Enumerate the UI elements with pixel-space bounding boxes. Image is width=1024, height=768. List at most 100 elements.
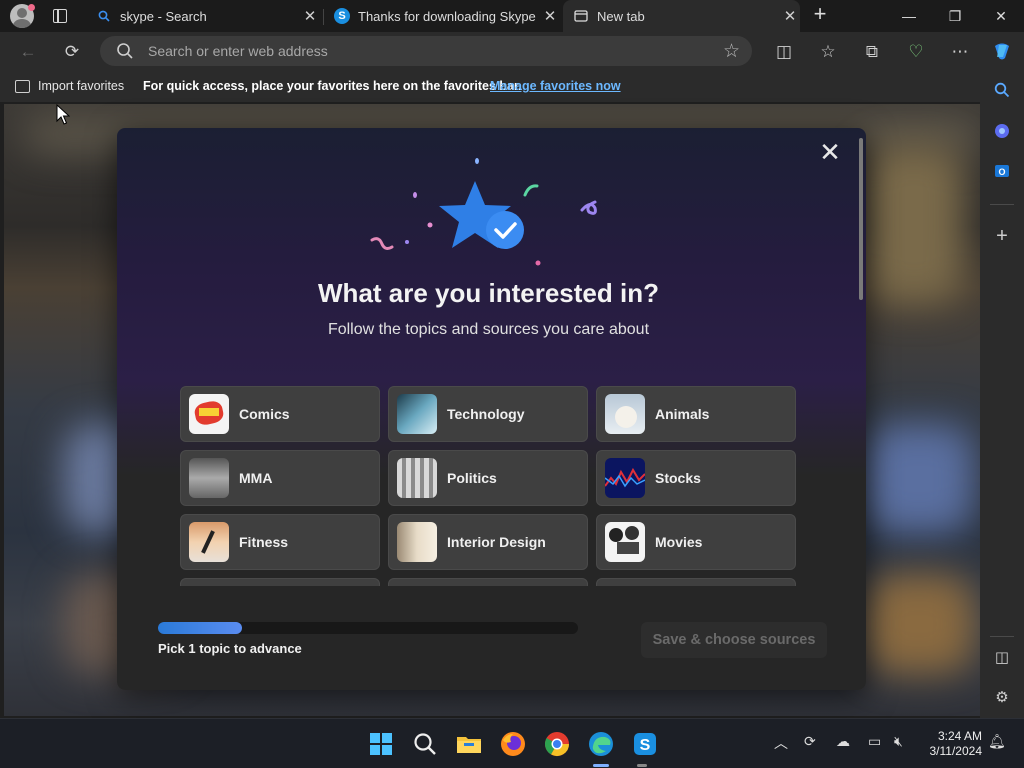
animals-thumb — [605, 394, 645, 434]
copilot-sidebar-icon[interactable] — [992, 122, 1012, 142]
windows-start-icon[interactable] — [367, 730, 395, 758]
chrome-icon[interactable] — [543, 730, 571, 758]
close-window-button[interactable]: ✕ — [978, 0, 1024, 32]
tab-new-tab[interactable]: New tab ✕ — [563, 0, 800, 32]
svg-text:O: O — [998, 167, 1005, 177]
restore-button[interactable]: ❐ — [932, 0, 978, 32]
technology-thumb — [397, 394, 437, 434]
hide-sidebar-icon[interactable]: ◫ — [992, 648, 1012, 668]
topic-interior-design[interactable]: Interior Design — [388, 514, 588, 570]
topic-label: Animals — [655, 406, 710, 422]
split-screen-icon[interactable]: ◫ — [772, 40, 796, 64]
address-input[interactable] — [148, 41, 708, 61]
windows-taskbar: S ︿ ⟳ ☁ ▭ 🔇︎ 3:24 AM 3/11/2024 🔔︎ — [0, 718, 1024, 768]
topic-row-partial[interactable] — [388, 578, 588, 586]
clock-time: 3:24 AM — [937, 729, 982, 743]
edge-sidebar: O + ◫ ⚙ — [980, 72, 1024, 718]
active-app-indicator — [593, 764, 609, 767]
topic-comics[interactable]: Comics — [180, 386, 380, 442]
movies-thumb — [605, 522, 645, 562]
clock-date: 3/11/2024 — [929, 744, 983, 758]
settings-gear-icon[interactable]: ⚙ — [992, 688, 1012, 708]
running-app-indicator — [637, 764, 647, 767]
topic-politics[interactable]: Politics — [388, 450, 588, 506]
copilot-icon[interactable] — [990, 40, 1014, 64]
update-icon[interactable]: ⟳ — [804, 733, 816, 750]
collections-icon[interactable]: ⧉ — [860, 40, 884, 64]
mouse-cursor-icon — [56, 104, 70, 125]
manage-favorites-link[interactable]: Manage favorites now — [490, 79, 621, 93]
fitness-thumb — [189, 522, 229, 562]
topic-animals[interactable]: Animals — [596, 386, 796, 442]
profile-notification-dot — [28, 4, 35, 11]
tab-strip: skype - Search ✕ S Thanks for downloadin… — [0, 0, 1024, 32]
edge-icon[interactable] — [587, 730, 615, 758]
import-favorites-icon — [15, 80, 30, 93]
favorites-icon[interactable]: ☆ — [816, 40, 840, 64]
mma-thumb — [189, 458, 229, 498]
tab-title: Thanks for downloading Skype — [358, 8, 536, 24]
topic-label: Movies — [655, 534, 703, 550]
show-hidden-icons-chevron-icon[interactable]: ︿ — [774, 733, 788, 753]
favorite-star-icon[interactable]: ☆ — [723, 40, 740, 63]
topic-label: Fitness — [239, 534, 289, 550]
close-tab-icon[interactable]: ✕ — [780, 7, 800, 25]
topic-label: Technology — [447, 406, 525, 422]
stocks-thumb — [605, 458, 645, 498]
topic-label: Comics — [239, 406, 290, 422]
search-icon[interactable] — [992, 82, 1012, 102]
close-tab-icon[interactable]: ✕ — [300, 7, 320, 25]
tab-actions-icon[interactable] — [53, 9, 67, 23]
search-icon[interactable] — [411, 730, 439, 758]
save-choose-sources-button[interactable]: Save & choose sources — [641, 622, 827, 658]
outlook-icon[interactable]: O — [992, 162, 1012, 182]
topic-row-partial[interactable] — [180, 578, 380, 586]
import-favorites-button[interactable]: Import favorites — [38, 79, 124, 93]
volume-muted-icon[interactable]: 🔇︎ — [894, 733, 903, 750]
topic-label: Interior Design — [447, 534, 546, 550]
browser-essentials-icon[interactable]: ♡ — [904, 40, 928, 64]
search-icon — [117, 43, 133, 59]
back-button[interactable]: ← — [16, 40, 40, 64]
refresh-button[interactable]: ⟳ — [60, 40, 84, 64]
tab-thanks-skype[interactable]: S Thanks for downloading Skype ✕ — [326, 0, 560, 32]
interior-design-thumb — [397, 522, 437, 562]
more-menu-icon[interactable]: ⋯ — [948, 40, 972, 64]
topic-stocks[interactable]: Stocks — [596, 450, 796, 506]
politics-thumb — [397, 458, 437, 498]
minimize-button[interactable]: — — [886, 0, 932, 32]
progress-fill — [158, 622, 242, 634]
close-dialog-button[interactable]: ✕ — [817, 139, 843, 166]
notifications-bell-icon[interactable]: 🔔︎ — [988, 733, 1006, 750]
topic-fitness[interactable]: Fitness — [180, 514, 380, 570]
tab-title: skype - Search — [120, 8, 207, 24]
close-tab-icon[interactable]: ✕ — [540, 7, 560, 25]
topic-mma[interactable]: MMA — [180, 450, 380, 506]
dialog-title: What are you interested in? — [318, 278, 659, 308]
topic-technology[interactable]: Technology — [388, 386, 588, 442]
topic-label: MMA — [239, 470, 273, 486]
favorites-bar-message: For quick access, place your favorites h… — [143, 79, 522, 93]
file-explorer-icon[interactable] — [455, 730, 483, 758]
dialog-scrollbar[interactable] — [859, 138, 863, 300]
navigation-toolbar: ← ⟳ ☆ ◫ ☆ ⧉ ♡ ⋯ — [0, 32, 1024, 72]
tab-skype-search[interactable]: skype - Search ✕ — [86, 0, 320, 32]
onedrive-icon[interactable]: ☁ — [836, 733, 850, 750]
add-sidebar-app-icon[interactable]: + — [992, 226, 1012, 246]
topic-label: Stocks — [655, 470, 701, 486]
svg-text:S: S — [640, 737, 651, 754]
topic-movies[interactable]: Movies — [596, 514, 796, 570]
new-tab-button[interactable]: + — [808, 3, 832, 27]
firefox-icon[interactable] — [499, 730, 527, 758]
address-bar[interactable]: ☆ — [100, 36, 752, 66]
topics-grid: Comics Technology Animals MMA Politics S… — [180, 386, 800, 586]
star-check-illustration — [370, 158, 597, 266]
system-clock[interactable]: 3:24 AM 3/11/2024 — [922, 729, 983, 759]
comics-thumb — [189, 394, 229, 434]
skype-icon[interactable]: S — [631, 730, 659, 758]
topic-row-partial[interactable] — [596, 578, 796, 586]
favorites-bar: Import favorites For quick access, place… — [0, 72, 1024, 102]
topic-label: Politics — [447, 470, 497, 486]
display-icon[interactable]: ▭ — [868, 733, 881, 750]
interests-dialog: ✕ What are you interested in? Follow the… — [117, 128, 866, 690]
